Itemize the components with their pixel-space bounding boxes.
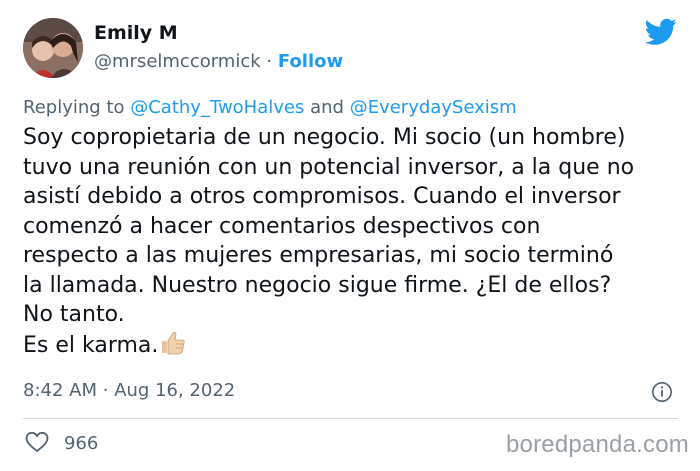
replying-conjunction: and (310, 97, 344, 118)
like-count: 966 (64, 433, 99, 454)
info-icon[interactable] (651, 381, 673, 403)
author-handle-row: @mrselmccormick · Follow (94, 51, 343, 72)
author-name[interactable]: Emily M (94, 22, 178, 44)
tweet-text: Soy copropietaria de un negocio. Mi soci… (23, 125, 635, 358)
watermark: boredpanda.com (506, 431, 689, 458)
avatar[interactable] (23, 18, 83, 78)
heart-icon[interactable] (25, 431, 49, 453)
follow-button[interactable]: Follow (278, 51, 343, 72)
tweet-timestamp[interactable]: 8:42 AM · Aug 16, 2022 (23, 380, 235, 401)
timestamp-separator: · (102, 380, 109, 401)
tweet-date: Aug 16, 2022 (114, 380, 236, 401)
mention-everydaysexism[interactable]: @EverydaySexism (350, 97, 517, 118)
tweet-body: Soy copropietaria de un negocio. Mi soci… (23, 123, 683, 360)
replying-to: Replying to @Cathy_TwoHalves and @Everyd… (23, 97, 517, 118)
tweet-time: 8:42 AM (23, 380, 97, 401)
thumbs-up-icon (162, 331, 186, 354)
mention-cathy[interactable]: @Cathy_TwoHalves (130, 97, 304, 118)
divider (23, 418, 678, 419)
avatar-photo (23, 18, 83, 78)
handle-separator: · (266, 51, 273, 72)
twitter-bird-icon[interactable] (645, 18, 677, 46)
author-handle[interactable]: @mrselmccormick (94, 51, 261, 72)
replying-prefix: Replying to (23, 97, 125, 118)
